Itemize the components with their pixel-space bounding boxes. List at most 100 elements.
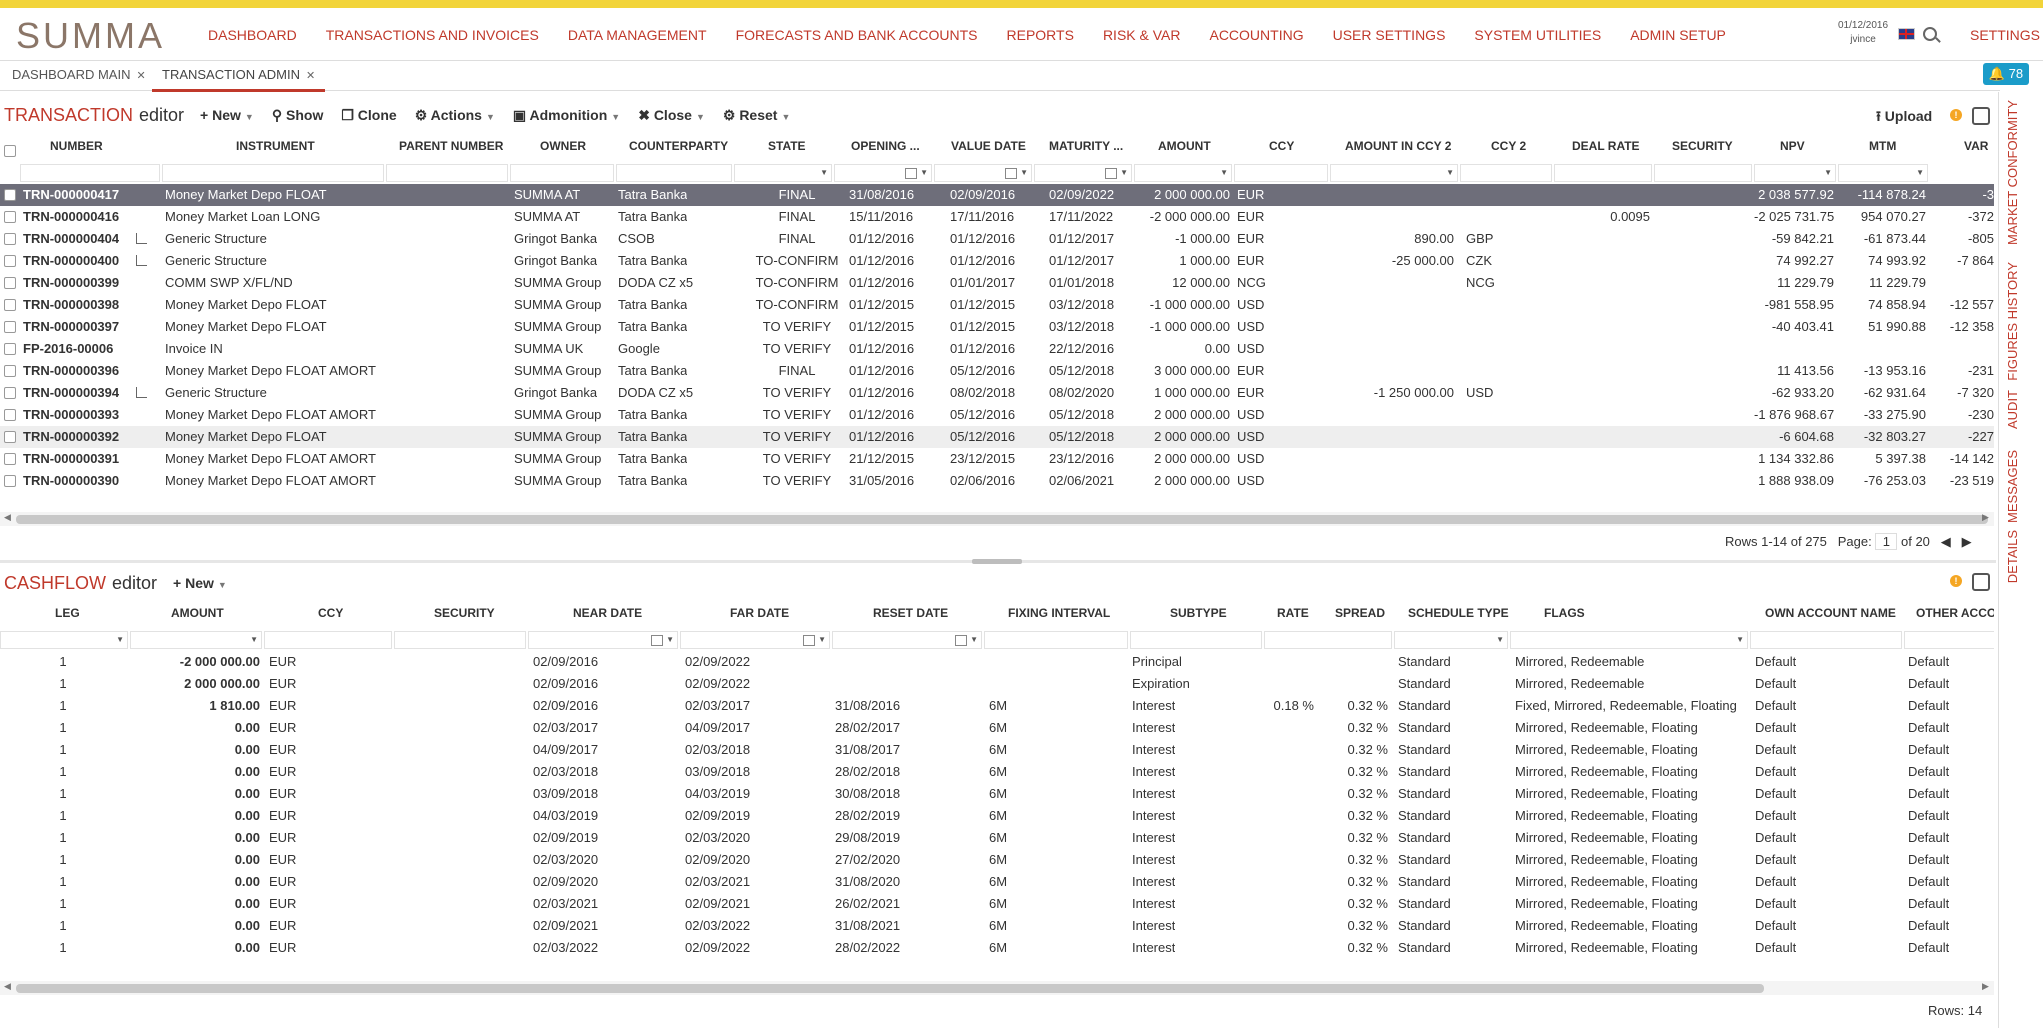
date-filter[interactable]: ▼ <box>680 631 830 649</box>
filter-input[interactable] <box>20 164 160 182</box>
page-input[interactable]: 1 <box>1875 533 1898 550</box>
col-amount[interactable]: AMOUNT <box>171 606 224 620</box>
row-checkbox[interactable] <box>4 299 16 311</box>
filter-select[interactable]: ▼ <box>734 164 832 182</box>
filter-input[interactable] <box>984 631 1128 649</box>
close-button[interactable]: ✖ Close ▼ <box>638 107 705 124</box>
clone-button[interactable]: ❐ Clone <box>341 107 396 124</box>
filter-input[interactable] <box>1654 164 1752 182</box>
col-near-date[interactable]: NEAR DATE <box>573 606 642 620</box>
table-row[interactable]: 1 0.00 EUR 02/03/2018 03/09/2018 28/02/2018 6M… <box>0 761 1994 783</box>
table-row[interactable]: 1 0.00 EUR 02/09/2021 02/03/2022 31/08/2021 6M… <box>0 915 1994 937</box>
filter-select[interactable]: ▼ <box>130 631 262 649</box>
tab-transaction-admin[interactable]: TRANSACTION ADMIN ✕ <box>152 61 326 92</box>
scroll-left-icon[interactable]: ◀ <box>4 981 11 992</box>
col-own-account-name[interactable]: OWN ACCOUNT NAME <box>1765 606 1896 620</box>
table-row[interactable]: 1 0.00 EUR 02/03/2017 04/09/2017 28/02/2017 6M… <box>0 717 1994 739</box>
row-checkbox[interactable] <box>4 453 16 465</box>
nav-accounting[interactable]: ACCOUNTING <box>1209 27 1303 43</box>
row-checkbox[interactable] <box>4 255 16 267</box>
col-reset-date[interactable]: RESET DATE <box>873 606 948 620</box>
language-flag-icon[interactable] <box>1898 28 1915 40</box>
col-security[interactable]: SECURITY <box>434 606 495 620</box>
col-opening[interactable]: OPENING ... <box>851 139 920 153</box>
sidetab-market-conformity[interactable]: MARKET CONFORMITY <box>2005 100 2020 245</box>
sidetab-audit[interactable]: AUDIT <box>2005 390 2020 429</box>
row-checkbox[interactable] <box>4 321 16 333</box>
col-ccy[interactable]: CCY <box>1269 139 1294 153</box>
col-spread[interactable]: SPREAD <box>1335 606 1385 620</box>
table-row[interactable]: TRN-000000390 Money Market Depo FLOAT AMO… <box>0 470 1994 492</box>
table-row[interactable]: TRN-000000392 Money Market Depo FLOAT SUMM… <box>0 426 1994 448</box>
calendar-icon[interactable] <box>1005 168 1017 179</box>
prev-page-icon[interactable]: ◀ <box>1941 534 1951 549</box>
user-info[interactable]: 01/12/2016 jvince <box>1838 19 1888 47</box>
scroll-left-icon[interactable]: ◀ <box>4 512 11 523</box>
calendar-icon[interactable] <box>1105 168 1117 179</box>
col-fixing-interval[interactable]: FIXING INTERVAL <box>1008 606 1110 620</box>
col-number[interactable]: NUMBER <box>50 139 103 153</box>
date-filter[interactable]: ▼ <box>832 631 982 649</box>
tab-dashboard-main[interactable]: DASHBOARD MAIN ✕ <box>2 61 156 89</box>
next-page-icon[interactable]: ▶ <box>1962 534 1972 549</box>
col-amount-ccy2[interactable]: AMOUNT IN CCY 2 <box>1345 139 1451 153</box>
table-row[interactable]: TRN-000000417 Money Market Depo FLOAT SUMM… <box>0 184 1994 206</box>
col-value-date[interactable]: VALUE DATE <box>951 139 1026 153</box>
table-row[interactable]: 1 2 000 000.00 EUR 02/09/2016 02/09/2022 Expi… <box>0 673 1994 695</box>
col-flags[interactable]: FLAGS <box>1544 606 1585 620</box>
filter-select[interactable]: ▼ <box>1754 164 1836 182</box>
table-row[interactable]: 1 0.00 EUR 02/03/2021 02/09/2021 26/02/2021 6M… <box>0 893 1994 915</box>
cashflow-horizontal-scrollbar[interactable]: ◀ ▶ <box>0 981 1994 995</box>
table-row[interactable]: TRN-000000391 Money Market Depo FLOAT AMO… <box>0 448 1994 470</box>
col-maturity[interactable]: MATURITY ... <box>1049 139 1123 153</box>
filter-input[interactable] <box>510 164 614 182</box>
table-row[interactable]: 1 0.00 EUR 02/03/2020 02/09/2020 27/02/2020 6M… <box>0 849 1994 871</box>
hierarchy-icon[interactable] <box>136 255 147 266</box>
col-subtype[interactable]: SUBTYPE <box>1170 606 1227 620</box>
table-row[interactable]: TRN-000000400 Generic Structure Gringot Ba… <box>0 250 1994 272</box>
warning-icon[interactable]: ! <box>1950 109 1962 121</box>
row-checkbox[interactable] <box>4 475 16 487</box>
col-security[interactable]: SECURITY <box>1672 139 1733 153</box>
table-row[interactable]: TRN-000000394 Generic Structure Gringot Ba… <box>0 382 1994 404</box>
row-checkbox[interactable] <box>4 343 16 355</box>
col-parent-number[interactable]: PARENT NUMBER <box>399 139 503 153</box>
cashflow-new-button[interactable]: + New ▼ <box>173 575 227 591</box>
col-leg[interactable]: LEG <box>55 606 80 620</box>
filter-input[interactable] <box>616 164 732 182</box>
date-filter[interactable]: ▼ <box>834 164 932 182</box>
actions-button[interactable]: ⚙ Actions ▼ <box>415 107 495 124</box>
search-icon[interactable] <box>1923 27 1937 41</box>
show-button[interactable]: ⚲ Show <box>272 107 324 124</box>
filter-input[interactable] <box>1554 164 1652 182</box>
warning-icon[interactable]: ! <box>1950 575 1962 587</box>
row-checkbox[interactable] <box>4 189 16 201</box>
date-filter[interactable]: ▼ <box>934 164 1032 182</box>
date-filter[interactable]: ▼ <box>528 631 678 649</box>
calendar-icon[interactable] <box>905 168 917 179</box>
filter-input[interactable] <box>162 164 384 182</box>
filter-select[interactable]: ▼ <box>1330 164 1458 182</box>
scroll-right-icon[interactable]: ▶ <box>1982 981 1989 992</box>
grid-settings-icon[interactable] <box>1972 107 1990 125</box>
col-instrument[interactable]: INSTRUMENT <box>236 139 315 153</box>
table-row[interactable]: TRN-000000396 Money Market Depo FLOAT AMO… <box>0 360 1994 382</box>
calendar-icon[interactable] <box>955 635 967 646</box>
nav-system-utilities[interactable]: SYSTEM UTILITIES <box>1474 27 1601 43</box>
calendar-icon[interactable] <box>651 635 663 646</box>
table-row[interactable]: 1 0.00 EUR 02/03/2022 02/09/2022 28/02/2022 6M… <box>0 937 1994 959</box>
row-checkbox[interactable] <box>4 431 16 443</box>
filter-select[interactable]: ▼ <box>1838 164 1928 182</box>
filter-select[interactable]: ▼ <box>0 631 128 649</box>
col-schedule-type[interactable]: SCHEDULE TYPE <box>1408 606 1509 620</box>
filter-input[interactable] <box>394 631 526 649</box>
hierarchy-icon[interactable] <box>136 387 147 398</box>
table-row[interactable]: 1 0.00 EUR 04/03/2019 02/09/2019 28/02/2019 6M… <box>0 805 1994 827</box>
table-row[interactable]: 1 0.00 EUR 03/09/2018 04/03/2019 30/08/2018 6M… <box>0 783 1994 805</box>
filter-input[interactable] <box>1460 164 1552 182</box>
col-amount[interactable]: AMOUNT <box>1158 139 1211 153</box>
filter-select[interactable]: ▼ <box>1394 631 1508 649</box>
upload-button[interactable]: ⭱ Upload <box>1876 106 1932 130</box>
col-rate[interactable]: RATE <box>1277 606 1309 620</box>
notifications-button[interactable]: 🔔 78 <box>1983 63 2029 85</box>
